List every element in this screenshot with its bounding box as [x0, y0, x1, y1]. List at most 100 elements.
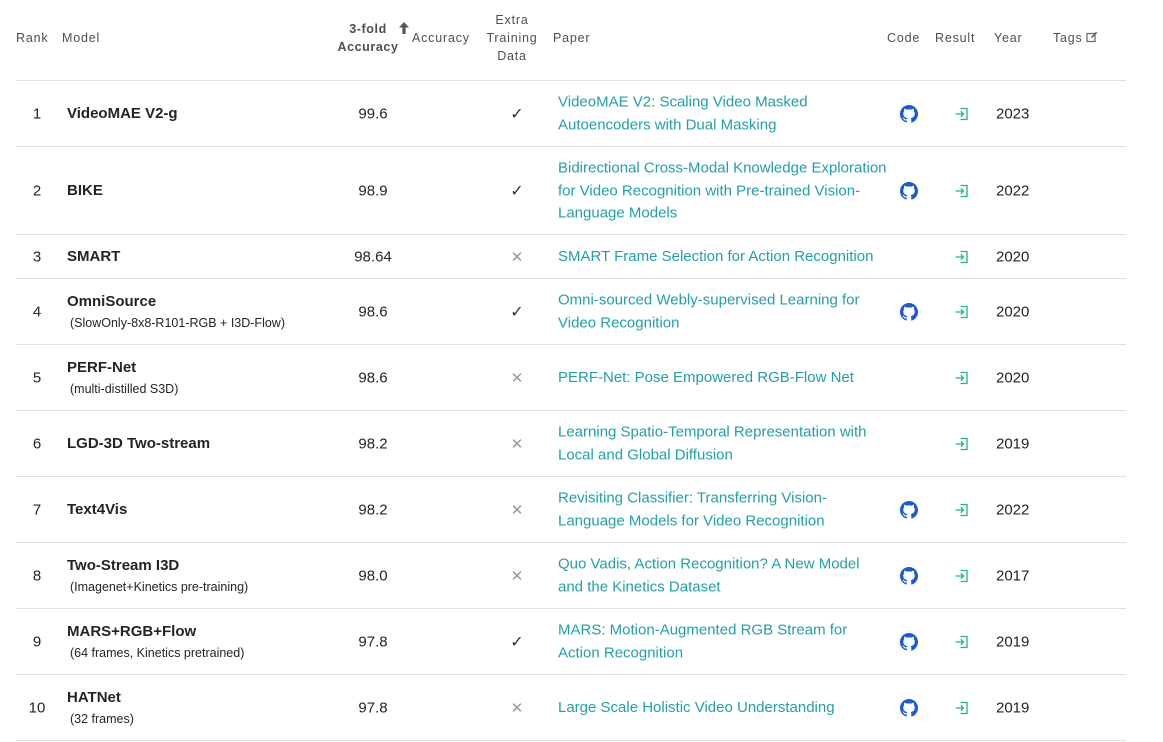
header-accuracy[interactable]: Accuracy: [412, 29, 470, 47]
accuracy-cell: 98.64: [354, 248, 392, 266]
header-3fold-accuracy[interactable]: 3-fold Accuracy: [332, 20, 409, 56]
header-model[interactable]: Model: [62, 29, 100, 47]
paper-link[interactable]: SMART Frame Selection for Action Recogni…: [558, 246, 888, 269]
rank-cell: 3: [32, 248, 42, 266]
header-year[interactable]: Year: [994, 29, 1022, 47]
table-row[interactable]: 9 MARS+RGB+Flow (64 frames, Kinetics pretr…: [16, 609, 1126, 675]
sign-in-icon[interactable]: [954, 436, 970, 452]
cross-icon: ✕: [510, 436, 524, 453]
model-name[interactable]: MARS+RGB+Flow: [67, 622, 244, 642]
model-name[interactable]: BIKE: [67, 181, 103, 201]
github-icon[interactable]: [900, 501, 918, 519]
model-cell[interactable]: Text4Vis: [67, 500, 127, 520]
sign-in-icon[interactable]: [954, 249, 970, 265]
github-icon[interactable]: [900, 182, 918, 200]
paper-link[interactable]: VideoMAE V2: Scaling Video Masked Autoen…: [558, 92, 888, 137]
cross-icon: ✕: [510, 370, 524, 387]
model-name[interactable]: PERF-Net: [67, 358, 178, 378]
year-cell: 2019: [996, 435, 1030, 453]
header-3fold-line1: 3-fold: [349, 22, 387, 36]
table-row[interactable]: 8 Two-Stream I3D (Imagenet+Kinetics pre-tr…: [16, 543, 1126, 609]
accuracy-cell: 98.2: [358, 435, 388, 453]
paper-link[interactable]: PERF-Net: Pose Empowered RGB-Flow Net: [558, 367, 888, 390]
model-cell[interactable]: HATNet (32 frames): [67, 688, 134, 728]
sign-in-icon[interactable]: [954, 700, 970, 716]
sign-in-icon[interactable]: [954, 304, 970, 320]
model-name[interactable]: Two-Stream I3D: [67, 556, 248, 576]
rank-cell: 1: [32, 105, 42, 123]
model-name[interactable]: OmniSource: [67, 292, 285, 312]
model-details: (multi-distilled S3D): [70, 382, 179, 396]
paper-link[interactable]: MARS: Motion-Augmented RGB Stream for Ac…: [558, 620, 888, 665]
paper-link[interactable]: Bidirectional Cross-Modal Knowledge Expl…: [558, 157, 888, 225]
accuracy-cell: 98.2: [358, 501, 388, 519]
rank-cell: 6: [32, 435, 42, 453]
model-name[interactable]: SMART: [67, 247, 120, 267]
year-cell: 2023: [996, 105, 1030, 123]
github-icon[interactable]: [900, 699, 918, 717]
arrow-up-icon[interactable]: [398, 21, 410, 35]
table-row[interactable]: 4 OmniSource (SlowOnly-8x8-R101-RGB + I3D-…: [16, 279, 1126, 345]
sign-in-icon[interactable]: [954, 568, 970, 584]
paper-link[interactable]: Revisiting Classifier: Transferring Visi…: [558, 488, 888, 533]
table-row[interactable]: 10 HATNet (32 frames) 97.8 ✕ Large Scale Holi…: [16, 675, 1126, 741]
cross-icon: ✕: [510, 249, 524, 266]
accuracy-cell: 98.6: [358, 303, 388, 321]
table-row[interactable]: 3 SMART 98.64 ✕ SMART Frame Selection for Ac…: [16, 235, 1126, 279]
model-cell[interactable]: SMART: [67, 247, 120, 267]
model-cell[interactable]: BIKE: [67, 181, 103, 201]
sign-in-icon[interactable]: [954, 370, 970, 386]
year-cell: 2022: [996, 182, 1030, 200]
model-details: (64 frames, Kinetics pretrained): [70, 646, 245, 660]
model-name[interactable]: HATNet: [67, 688, 134, 708]
accuracy-cell: 97.8: [358, 633, 388, 651]
cross-icon: ✕: [510, 502, 524, 519]
sign-in-icon[interactable]: [954, 106, 970, 122]
edit-icon[interactable]: [1086, 31, 1098, 43]
header-result[interactable]: Result: [935, 29, 975, 47]
table-row[interactable]: 1 VideoMAE V2-g 99.6 ✓ VideoMAE V2: Scaling …: [16, 81, 1126, 147]
table-row[interactable]: 7 Text4Vis 98.2 ✕ Revisiting Classifier: Tra…: [16, 477, 1126, 543]
github-icon[interactable]: [900, 633, 918, 651]
header-code[interactable]: Code: [887, 29, 920, 47]
model-details: (32 frames): [70, 712, 134, 726]
paper-link[interactable]: Quo Vadis, Action Recognition? A New Mod…: [558, 554, 888, 599]
github-icon[interactable]: [900, 105, 918, 123]
table-row[interactable]: 6 LGD-3D Two-stream 98.2 ✕ Learning Spatio-T…: [16, 411, 1126, 477]
model-cell[interactable]: Two-Stream I3D (Imagenet+Kinetics pre-tra…: [67, 556, 248, 596]
model-cell[interactable]: MARS+RGB+Flow (64 frames, Kinetics pretra…: [67, 622, 244, 662]
header-paper[interactable]: Paper: [553, 29, 590, 47]
header-tags[interactable]: Tags: [1053, 29, 1098, 47]
accuracy-cell: 97.8: [358, 699, 388, 717]
accuracy-cell: 98.0: [358, 567, 388, 585]
header-3fold-line2: Accuracy: [337, 40, 399, 54]
paper-link[interactable]: Learning Spatio-Temporal Representation …: [558, 422, 888, 467]
cross-icon: ✕: [510, 700, 524, 717]
year-cell: 2019: [996, 699, 1030, 717]
model-name[interactable]: Text4Vis: [67, 500, 127, 520]
github-icon[interactable]: [900, 567, 918, 585]
check-icon: ✓: [510, 634, 524, 651]
model-cell[interactable]: PERF-Net (multi-distilled S3D): [67, 358, 178, 398]
sign-in-icon[interactable]: [954, 183, 970, 199]
paper-link[interactable]: Large Scale Holistic Video Understanding: [558, 697, 888, 720]
rank-cell: 5: [32, 369, 42, 387]
sign-in-icon[interactable]: [954, 634, 970, 650]
table-row[interactable]: 5 PERF-Net (multi-distilled S3D) 98.6 ✕ PERF-…: [16, 345, 1126, 411]
check-icon: ✓: [510, 304, 524, 321]
accuracy-cell: 98.9: [358, 182, 388, 200]
sign-in-icon[interactable]: [954, 502, 970, 518]
model-cell[interactable]: VideoMAE V2-g: [67, 104, 178, 124]
paper-link[interactable]: Omni-sourced Webly-supervised Learning f…: [558, 290, 888, 335]
model-name[interactable]: VideoMAE V2-g: [67, 104, 178, 124]
header-extra-training-data[interactable]: Extra Training Data: [482, 11, 542, 65]
model-name[interactable]: LGD-3D Two-stream: [67, 434, 210, 454]
year-cell: 2019: [996, 633, 1030, 651]
github-icon[interactable]: [900, 303, 918, 321]
header-rank[interactable]: Rank: [16, 29, 48, 47]
table-header: Rank Model 3-fold Accuracy Accuracy Extr…: [16, 0, 1126, 81]
rank-cell: 9: [32, 633, 42, 651]
model-cell[interactable]: LGD-3D Two-stream: [67, 434, 210, 454]
model-cell[interactable]: OmniSource (SlowOnly-8x8-R101-RGB + I3D-F…: [67, 292, 285, 332]
table-row[interactable]: 2 BIKE 98.9 ✓ Bidirectional Cross-Modal Know…: [16, 147, 1126, 235]
